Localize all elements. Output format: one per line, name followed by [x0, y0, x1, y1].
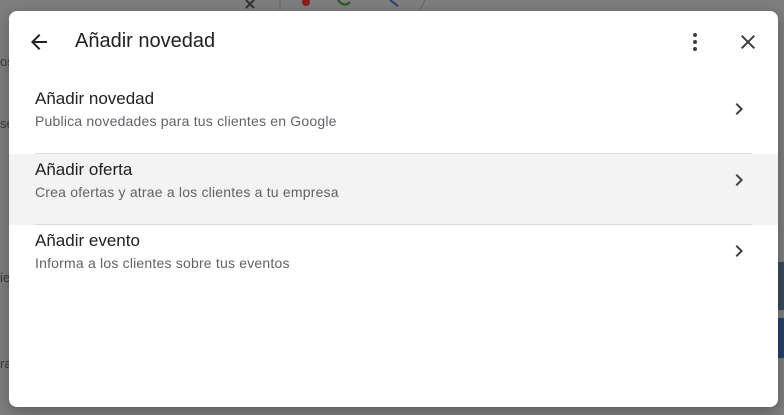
- list-item-subtitle: Informa a los clientes sobre tus eventos: [35, 255, 290, 271]
- list-item-title: Añadir novedad: [35, 89, 155, 108]
- chevron-right-icon: [735, 245, 743, 257]
- list-item-add-update[interactable]: Añadir novedad Publica novedades para tu…: [9, 83, 778, 154]
- list-item-title: Añadir evento: [35, 231, 140, 250]
- list-item-add-event[interactable]: Añadir evento Informa a los clientes sob…: [9, 225, 778, 296]
- background-icons: [245, 0, 426, 10]
- close-button[interactable]: [728, 22, 768, 62]
- list-item-subtitle: Crea ofertas y atrae a los clientes a tu…: [35, 184, 339, 200]
- dialog-header: Añadir novedad: [9, 11, 778, 73]
- chevron-right-icon: [735, 103, 743, 115]
- list-item-title: Añadir oferta: [35, 160, 133, 179]
- more-vert-icon: [693, 33, 697, 51]
- list-item-subtitle: Publica novedades para tus clientes en G…: [35, 113, 337, 129]
- list-item-add-offer[interactable]: Añadir oferta Crea ofertas y atrae a los…: [9, 154, 778, 225]
- chevron-right-icon: [735, 174, 743, 186]
- add-post-dialog: Añadir novedad Añadir novedad Publica no…: [9, 11, 778, 407]
- post-type-list: Añadir novedad Publica novedades para tu…: [9, 83, 778, 296]
- dialog-title: Añadir novedad: [75, 30, 216, 52]
- back-button[interactable]: [19, 22, 59, 62]
- close-icon: [741, 35, 755, 49]
- more-options-button[interactable]: [675, 22, 715, 62]
- arrow-back-icon: [31, 34, 47, 50]
